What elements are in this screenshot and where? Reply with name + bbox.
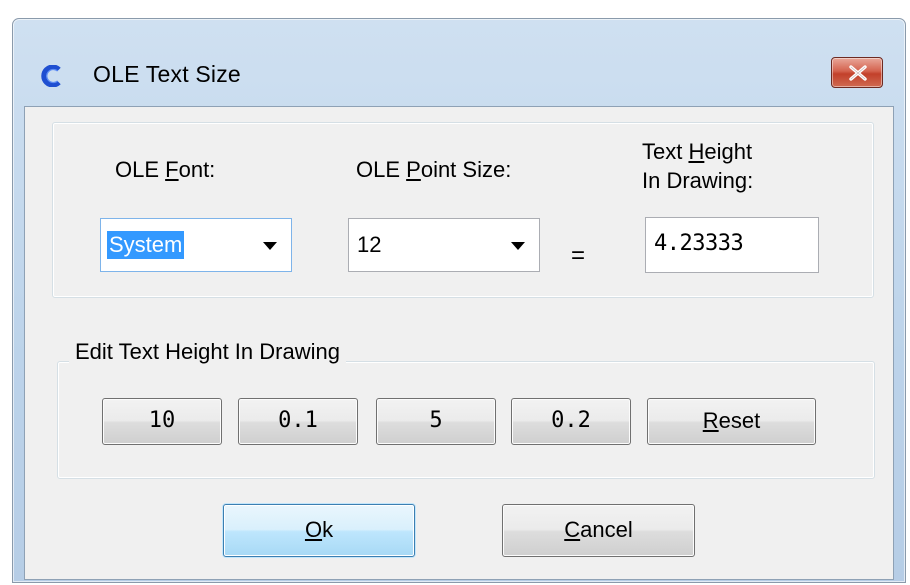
ole-text-size-dialog: OLE Text Size OLE Font: System OLE Point… (12, 18, 906, 583)
text-height-label-line2: In Drawing: (642, 168, 754, 193)
ole-font-select[interactable]: System (100, 218, 292, 272)
text-height-label: Text Height (642, 139, 753, 164)
decrease-5-button[interactable]: 5 (376, 398, 496, 445)
app-logo-icon (41, 64, 63, 88)
chevron-down-icon (511, 242, 525, 250)
text-height-field[interactable]: 4.23333 (645, 217, 819, 273)
text-height-value: 4.23333 (654, 231, 744, 256)
close-icon (849, 65, 867, 81)
increase-10-button[interactable]: 10 (102, 398, 222, 445)
title-bar[interactable]: OLE Text Size (13, 19, 905, 119)
ole-font-value: System (107, 231, 185, 259)
increase-0.1-button[interactable]: 0.1 (238, 398, 358, 445)
close-button[interactable] (831, 57, 883, 88)
reset-button[interactable]: Reset (647, 398, 816, 445)
decrease-0.2-button[interactable]: 0.2 (511, 398, 631, 445)
ok-button[interactable]: Ok (223, 504, 415, 557)
chevron-down-icon (263, 242, 277, 250)
equals-sign: = (571, 242, 586, 269)
ole-point-size-value: 12 (357, 232, 382, 257)
ole-point-size-select[interactable]: 12 (348, 218, 540, 272)
ole-font-label: OLE Font: (115, 157, 216, 182)
cancel-button[interactable]: Cancel (502, 504, 695, 557)
window-title: OLE Text Size (93, 61, 241, 87)
edit-text-height-group-label: Edit Text Height In Drawing (69, 338, 346, 366)
dialog-body: OLE Font: System OLE Point Size: 12 = Te… (24, 106, 894, 580)
ole-point-size-label: OLE Point Size: (356, 157, 512, 182)
